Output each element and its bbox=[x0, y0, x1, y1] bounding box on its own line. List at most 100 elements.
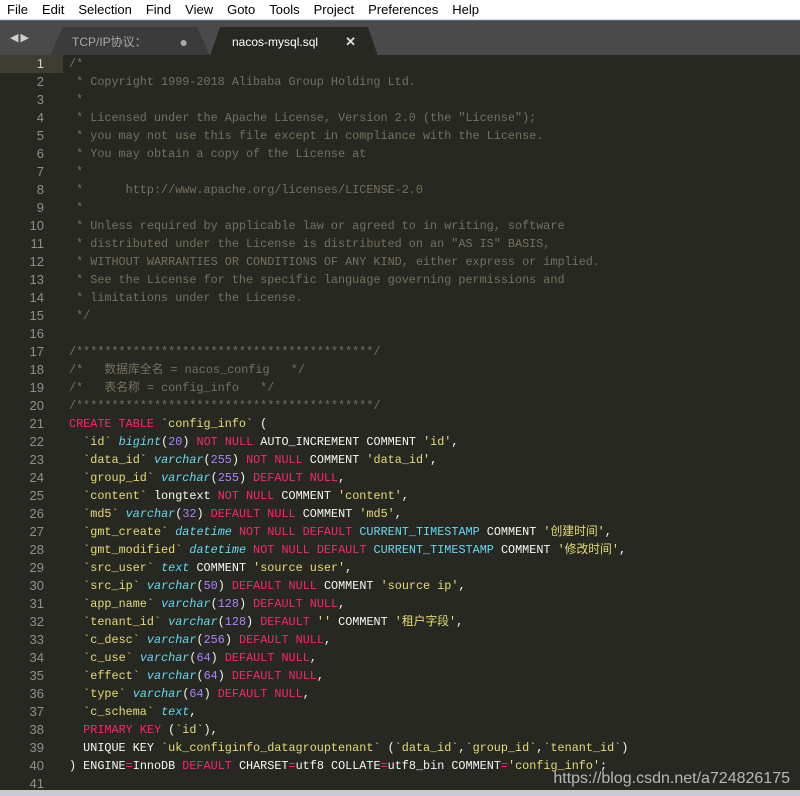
code-text: * Licensed under the Apache License, Ver… bbox=[63, 109, 536, 127]
token: 50 bbox=[203, 579, 218, 593]
code-text: `md5` varchar(32) DEFAULT NULL COMMENT '… bbox=[63, 505, 402, 523]
code-line[interactable]: 34 `c_use` varchar(64) DEFAULT NULL, bbox=[0, 649, 800, 667]
code-line[interactable]: 33 `c_desc` varchar(256) DEFAULT NULL, bbox=[0, 631, 800, 649]
code-line[interactable]: 37 `c_schema` text, bbox=[0, 703, 800, 721]
code-line[interactable]: 4 * Licensed under the Apache License, V… bbox=[0, 109, 800, 127]
code-line[interactable]: 10 * Unless required by applicable law o… bbox=[0, 217, 800, 235]
code-line[interactable]: 11 * distributed under the License is di… bbox=[0, 235, 800, 253]
code-line[interactable]: 6 * You may obtain a copy of the License… bbox=[0, 145, 800, 163]
code-line[interactable]: 8 * http://www.apache.org/licenses/LICEN… bbox=[0, 181, 800, 199]
menu-preferences[interactable]: Preferences bbox=[361, 2, 445, 17]
code-line[interactable]: 2 * Copyright 1999-2018 Alibaba Group Ho… bbox=[0, 73, 800, 91]
code-text: * bbox=[63, 163, 83, 181]
token: DEFAULT NULL bbox=[224, 651, 310, 665]
code-line[interactable]: 18 /* 数据库全名 = nacos_config */ bbox=[0, 361, 800, 379]
token: ) bbox=[196, 507, 211, 521]
token: datetime bbox=[175, 525, 232, 539]
token: ) bbox=[621, 741, 629, 755]
code-line[interactable]: 12 * WITHOUT WARRANTIES OR CONDITIONS OF… bbox=[0, 253, 800, 271]
code-line[interactable]: 9 * bbox=[0, 199, 800, 217]
code-line[interactable]: 14 * limitations under the License. bbox=[0, 289, 800, 307]
token: '修改时间' bbox=[557, 543, 619, 557]
code-line[interactable]: 36 `type` varchar(64) DEFAULT NULL, bbox=[0, 685, 800, 703]
code-line[interactable]: 16 bbox=[0, 325, 800, 343]
token: CURRENT_TIMESTAMP bbox=[373, 543, 494, 557]
code-text: `c_desc` varchar(256) DEFAULT NULL, bbox=[63, 631, 331, 649]
code-line[interactable]: 35 `effect` varchar(64) DEFAULT NULL, bbox=[0, 667, 800, 685]
code-line[interactable]: 5 * you may not use this file except in … bbox=[0, 127, 800, 145]
code-line[interactable]: 22 `id` bigint(20) NOT NULL AUTO_INCREME… bbox=[0, 433, 800, 451]
dot-icon[interactable]: ● bbox=[180, 34, 188, 50]
line-number: 32 bbox=[29, 614, 44, 629]
tab-tcp-ip[interactable]: TCP/IP协议： ● bbox=[50, 27, 210, 56]
code-line[interactable]: 25 `content` longtext NOT NULL COMMENT '… bbox=[0, 487, 800, 505]
line-number: 18 bbox=[29, 362, 44, 377]
token: COMMENT bbox=[331, 615, 395, 629]
menu-project[interactable]: Project bbox=[307, 2, 361, 17]
code-line[interactable]: 28 `gmt_modified` datetime NOT NULL DEFA… bbox=[0, 541, 800, 559]
token: CHARSET bbox=[231, 759, 289, 773]
code-line[interactable]: 24 `group_id` varchar(255) DEFAULT NULL, bbox=[0, 469, 800, 487]
close-icon[interactable]: ✕ bbox=[345, 34, 356, 50]
menu-selection[interactable]: Selection bbox=[71, 2, 138, 17]
code-editor[interactable]: 1 /* 2 * Copyright 1999-2018 Alibaba Group… bbox=[0, 55, 800, 791]
code-text: `group_id` varchar(255) DEFAULT NULL, bbox=[63, 469, 345, 487]
code-line[interactable]: 17 /*************************************… bbox=[0, 343, 800, 361]
code-line[interactable]: 38 PRIMARY KEY (`id`), bbox=[0, 721, 800, 739]
code-line[interactable]: 29 `src_user` text COMMENT 'source user'… bbox=[0, 559, 800, 577]
menu-find[interactable]: Find bbox=[139, 2, 178, 17]
code-line[interactable]: 23 `data_id` varchar(255) NOT NULL COMME… bbox=[0, 451, 800, 469]
code-line[interactable]: 1 /* bbox=[0, 55, 800, 73]
line-number: 20 bbox=[29, 398, 44, 413]
code-line[interactable]: 7 * bbox=[0, 163, 800, 181]
code-line[interactable]: 31 `app_name` varchar(128) DEFAULT NULL, bbox=[0, 595, 800, 613]
code-text: `gmt_create` datetime NOT NULL DEFAULT C… bbox=[63, 523, 612, 541]
code-text: UNIQUE KEY `uk_configinfo_datagrouptenan… bbox=[63, 739, 628, 757]
token: ) bbox=[246, 615, 261, 629]
line-number: 16 bbox=[29, 326, 44, 341]
line-number: 21 bbox=[29, 416, 44, 431]
arrow-left-right-icon[interactable]: ◀▶ bbox=[10, 31, 31, 44]
menu-tools[interactable]: Tools bbox=[262, 2, 306, 17]
code-line[interactable]: 27 `gmt_create` datetime NOT NULL DEFAUL… bbox=[0, 523, 800, 541]
token: varchar bbox=[146, 579, 197, 593]
token: ( bbox=[210, 471, 218, 485]
token: COMMENT bbox=[479, 525, 544, 539]
code-text: * You may obtain a copy of the License a… bbox=[63, 145, 366, 163]
code-line[interactable]: 21 CREATE TABLE `config_info` ( bbox=[0, 415, 800, 433]
watermark: https://blog.csdn.net/a724826175 bbox=[553, 770, 790, 787]
line-number: 22 bbox=[29, 434, 44, 449]
token: * Licensed under the Apache License, Ver… bbox=[69, 111, 537, 125]
code-line[interactable]: 39 UNIQUE KEY `uk_configinfo_datagroupte… bbox=[0, 739, 800, 757]
token: , bbox=[316, 669, 324, 683]
token: varchar bbox=[146, 633, 197, 647]
tab-nacos-mysql[interactable]: nacos-mysql.sql ✕ bbox=[210, 27, 378, 56]
token: , bbox=[451, 435, 459, 449]
code-text: * WITHOUT WARRANTIES OR CONDITIONS OF AN… bbox=[63, 253, 600, 271]
code-line[interactable]: 19 /* 表名称 = config_info */ bbox=[0, 379, 800, 397]
token: COMMENT bbox=[274, 489, 339, 503]
token: , bbox=[323, 633, 332, 647]
menu-view[interactable]: View bbox=[178, 2, 220, 17]
horizontal-scrollbar[interactable] bbox=[0, 790, 800, 796]
code-text: CREATE TABLE `config_info` ( bbox=[63, 415, 267, 433]
menu-goto[interactable]: Goto bbox=[220, 2, 262, 17]
menu-edit[interactable]: Edit bbox=[35, 2, 71, 17]
code-text: /* 数据库全名 = nacos_config */ bbox=[63, 361, 305, 379]
code-line[interactable]: 13 * See the License for the specific la… bbox=[0, 271, 800, 289]
code-line[interactable]: 20 /*************************************… bbox=[0, 397, 800, 415]
menu-help[interactable]: Help bbox=[445, 2, 486, 17]
token: , bbox=[394, 507, 402, 521]
token: * you may not use this file except in co… bbox=[69, 129, 544, 143]
token: `group_id` bbox=[83, 471, 154, 485]
code-line[interactable]: 15 */ bbox=[0, 307, 800, 325]
code-line[interactable]: 32 `tenant_id` varchar(128) DEFAULT '' C… bbox=[0, 613, 800, 631]
menu-file[interactable]: File bbox=[0, 2, 35, 17]
code-line[interactable]: 3 * bbox=[0, 91, 800, 109]
code-line[interactable]: 26 `md5` varchar(32) DEFAULT NULL COMMEN… bbox=[0, 505, 800, 523]
code-line[interactable]: 30 `src_ip` varchar(50) DEFAULT NULL COM… bbox=[0, 577, 800, 595]
